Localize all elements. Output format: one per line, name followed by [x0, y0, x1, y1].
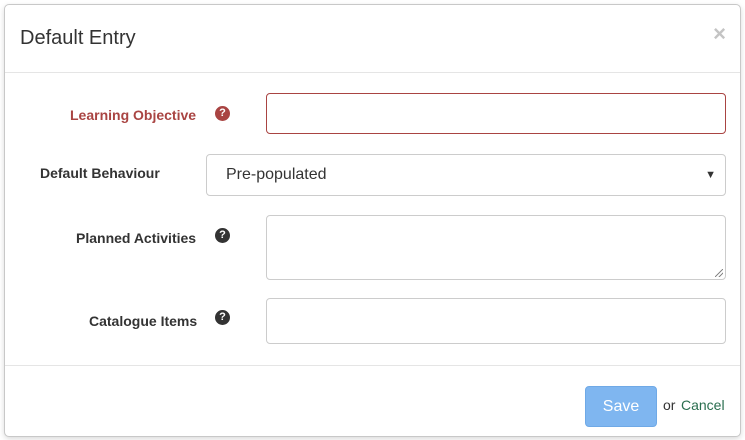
default-behaviour-label: Default Behaviour [40, 165, 160, 181]
modal-footer: Save or Cancel [5, 365, 740, 437]
catalogue-items-label: Catalogue Items [89, 313, 198, 329]
default-behaviour-selected-value: Pre-populated [226, 166, 327, 183]
question-circle-icon[interactable]: ? [215, 106, 230, 121]
catalogue-items-input[interactable] [266, 298, 726, 344]
planned-activities-label: Planned Activities [76, 230, 197, 246]
question-circle-icon[interactable]: ? [215, 228, 230, 243]
save-button[interactable]: Save [585, 386, 657, 427]
question-circle-icon[interactable]: ? [215, 310, 230, 325]
learning-objective-label: Learning Objective [70, 107, 197, 123]
close-button[interactable]: × [713, 23, 726, 45]
resize-handle-icon[interactable] [715, 269, 723, 277]
planned-activities-textarea[interactable] [266, 215, 726, 280]
cancel-link[interactable]: Cancel [681, 397, 725, 413]
chevron-down-icon: ▼ [705, 169, 716, 181]
modal-header: Default Entry × [5, 5, 740, 73]
default-entry-modal: Default Entry × Learning Objective ? Def… [4, 4, 741, 437]
default-behaviour-select[interactable]: Pre-populated ▼ [206, 154, 726, 196]
or-text: or [663, 397, 676, 413]
learning-objective-input[interactable] [266, 93, 726, 134]
modal-title: Default Entry [20, 27, 136, 49]
